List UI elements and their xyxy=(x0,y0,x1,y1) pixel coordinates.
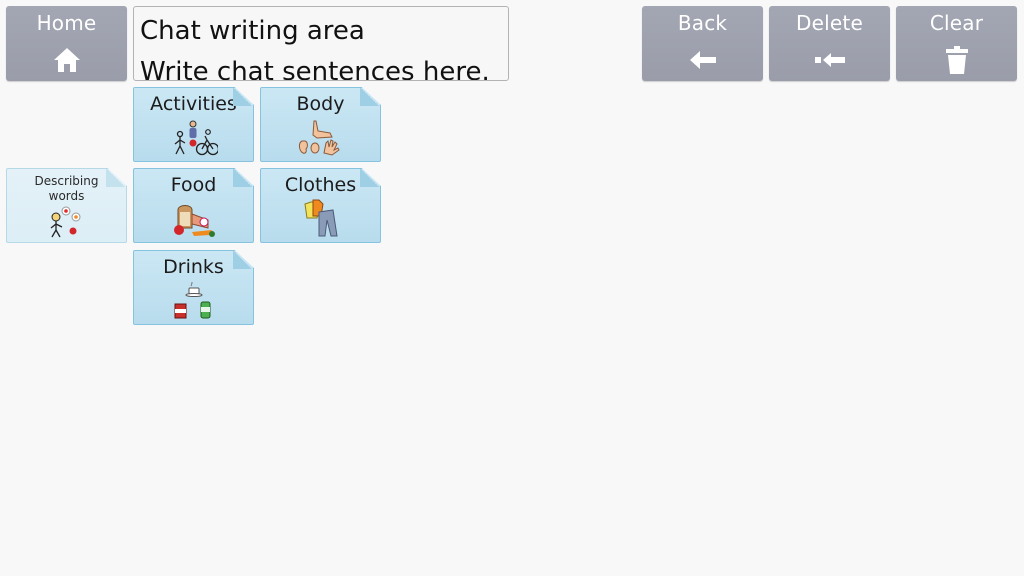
chat-title-line: Chat writing area xyxy=(140,16,365,46)
delete-button[interactable]: Delete xyxy=(769,6,890,81)
category-label: Describing words xyxy=(34,174,99,203)
category-tile-body[interactable]: Body xyxy=(260,87,381,162)
clear-button-label: Clear xyxy=(929,11,984,35)
chat-writing-area[interactable]: Chat writing area Write chat sentences h… xyxy=(133,6,509,81)
arrow-left-icon xyxy=(642,46,763,74)
home-button[interactable]: Home xyxy=(6,6,127,81)
category-tile-drinks[interactable]: Drinks xyxy=(133,250,254,325)
activities-symbol-icon xyxy=(134,117,253,157)
category-tile-food[interactable]: Food xyxy=(133,168,254,243)
food-symbol-icon xyxy=(134,198,253,238)
body-parts-symbol-icon xyxy=(261,117,380,157)
category-label: Activities xyxy=(150,93,237,115)
drinks-symbol-icon xyxy=(134,280,253,320)
trash-icon xyxy=(896,46,1017,74)
back-button[interactable]: Back xyxy=(642,6,763,81)
chat-hint-line: Write chat sentences here. xyxy=(140,57,490,81)
category-label: Food xyxy=(170,174,217,196)
backspace-icon xyxy=(769,46,890,74)
describing-symbol-icon xyxy=(7,205,126,239)
category-label: Body xyxy=(296,93,345,115)
category-label: Clothes xyxy=(284,174,357,196)
home-icon xyxy=(6,46,127,74)
back-button-label: Back xyxy=(677,11,728,35)
clear-button[interactable]: Clear xyxy=(896,6,1017,81)
category-tile-clothes[interactable]: Clothes xyxy=(260,168,381,243)
home-button-label: Home xyxy=(36,11,97,35)
category-label: Drinks xyxy=(163,256,224,278)
category-tile-describing-words[interactable]: Describing words xyxy=(6,168,127,243)
delete-button-label: Delete xyxy=(796,11,863,35)
category-tile-activities[interactable]: Activities xyxy=(133,87,254,162)
clothes-symbol-icon xyxy=(261,198,380,238)
